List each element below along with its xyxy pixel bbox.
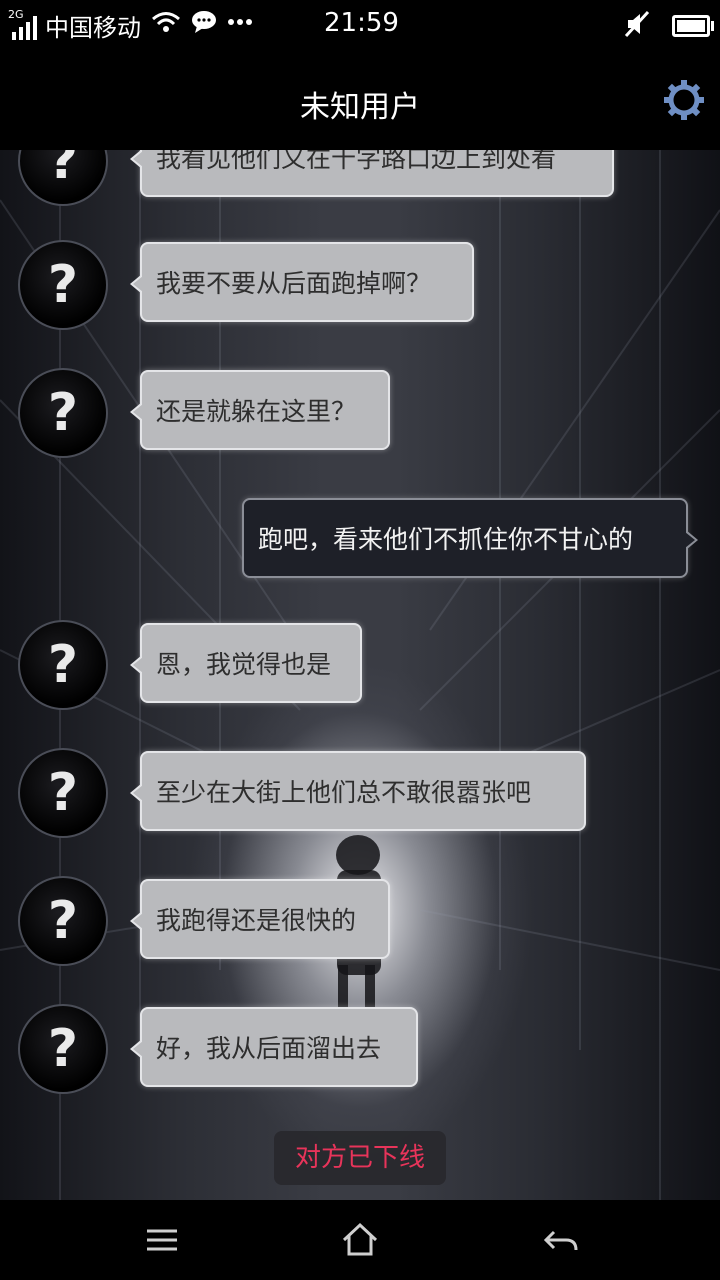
more-icon (227, 10, 253, 40)
message-bubble[interactable]: 我要不要从后面跑掉啊？ (130, 242, 474, 322)
chat-area[interactable]: ? 我看见他们又在十字路口边上到处看 ? 我要不要从后面跑掉啊？ ? 还是就躲在… (0, 150, 720, 1200)
menu-icon[interactable] (142, 1220, 182, 1260)
status-left: 2G 中国移动 (8, 8, 253, 42)
home-icon[interactable] (340, 1220, 380, 1260)
clock: 21:59 (324, 8, 399, 38)
avatar[interactable]: ? (18, 368, 108, 458)
message-bubble[interactable]: 好，我从后面溜出去 (130, 1007, 418, 1087)
message-bubble[interactable]: 还是就躲在这里？ (130, 370, 390, 450)
back-icon[interactable] (540, 1220, 580, 1260)
avatar[interactable]: ? (18, 876, 108, 966)
wifi-icon (151, 10, 181, 40)
gear-icon[interactable] (664, 80, 704, 120)
offline-notice: 对方已下线 (274, 1131, 446, 1185)
avatar[interactable]: ? (18, 1004, 108, 1094)
navigation-bar (0, 1200, 720, 1280)
status-bar: 2G 中国移动 21:59 (0, 0, 720, 50)
network-type: 2G (8, 8, 24, 21)
carrier-name: 中国移动 (45, 13, 141, 42)
page-title: 未知用户 (300, 90, 420, 125)
avatar[interactable]: ? (18, 748, 108, 838)
status-right (624, 10, 714, 42)
message-bubble[interactable]: 我跑得还是很快的 (130, 879, 390, 959)
mute-icon (624, 10, 650, 42)
avatar[interactable]: ? (18, 620, 108, 710)
message-bubble[interactable]: 我看见他们又在十字路口边上到处看 (130, 150, 614, 197)
battery-icon (672, 15, 714, 37)
message-bubble[interactable]: 恩，我觉得也是 (130, 623, 362, 703)
message-bubble-outgoing[interactable]: 跑吧，看来他们不抓住你不甘心的 (242, 498, 698, 578)
chat-header: 未知用户 (0, 50, 720, 150)
avatar[interactable]: ? (18, 240, 108, 330)
message-icon (191, 10, 217, 40)
message-bubble[interactable]: 至少在大街上他们总不敢很嚣张吧 (130, 751, 586, 831)
